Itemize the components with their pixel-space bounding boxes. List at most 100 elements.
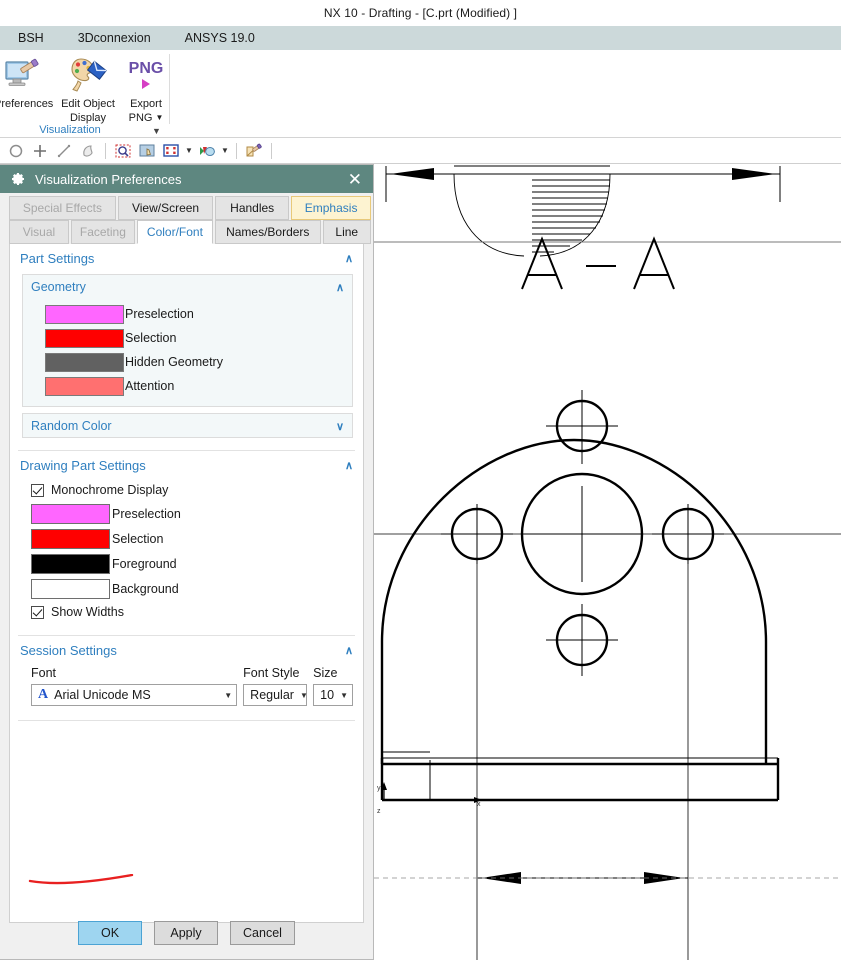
ribbon: Preferences <box>0 50 841 138</box>
line-tool-icon[interactable] <box>52 140 76 162</box>
tab-handles[interactable]: Handles <box>215 196 290 220</box>
cad-drawing: x z y <box>374 165 841 960</box>
subpanel-geometry-title: Geometry <box>31 280 86 294</box>
color-style-dropdown-caret-icon[interactable]: ▼ <box>219 146 231 155</box>
ribbon-label-edit-object-display-1: Edit Object <box>61 98 115 110</box>
subpanel-random-color-title: Random Color <box>31 419 112 433</box>
tab-row-2: Visual Faceting Color/Font Names/Borders… <box>0 220 373 244</box>
svg-text:y: y <box>377 785 381 792</box>
subpanel-random-color[interactable]: Random Color ∨ <box>22 413 353 438</box>
label-foreground: Foreground <box>112 556 177 571</box>
pan-icon[interactable] <box>135 140 159 162</box>
label-selection: Selection <box>125 331 177 345</box>
gear-icon <box>12 173 24 185</box>
window-title: NX 10 - Drafting - [C.prt (Modified) ] <box>323 6 518 20</box>
magenta-play-arrow-icon <box>142 78 150 89</box>
section-session-settings-title: Session Settings <box>20 643 117 658</box>
cancel-button[interactable]: Cancel <box>230 921 295 945</box>
chevron-up-icon[interactable]: ∧ <box>345 459 353 472</box>
visualization-preferences-dialog: Visualization Preferences ✕ Special Effe… <box>0 164 374 960</box>
tab-special-effects[interactable]: Special Effects <box>9 196 116 220</box>
menu-item-3dconnexion[interactable]: 3Dconnexion <box>78 31 151 45</box>
label-preselection: Preselection <box>125 307 194 321</box>
apply-button[interactable]: Apply <box>154 921 219 945</box>
color-swatch-preselection[interactable] <box>45 304 124 324</box>
chevron-down-icon[interactable]: ▼ <box>300 691 308 700</box>
menu-item-bsh[interactable]: BSH <box>18 31 44 45</box>
color-swatch-drawing-preselection[interactable] <box>31 503 110 524</box>
size-value: 10 <box>320 688 335 702</box>
section-part-settings[interactable]: Part Settings ∧ <box>10 244 363 272</box>
label-background: Background <box>112 581 179 596</box>
chevron-down-icon[interactable]: ▼ <box>155 112 163 124</box>
close-icon[interactable]: ✕ <box>345 171 365 188</box>
render-style-icon[interactable] <box>242 140 266 162</box>
tab-color-font[interactable]: Color/Font <box>136 220 213 244</box>
color-swatch-attention[interactable] <box>45 376 124 396</box>
subpanel-geometry-body: Preselection Selection Hidden Geometry A… <box>23 298 352 406</box>
font-settings-row: Font A Arial Unicode MS ▼ Font Style Reg… <box>10 664 363 706</box>
color-swatch-background[interactable] <box>31 578 110 599</box>
fit-view-dropdown-caret-icon[interactable]: ▼ <box>183 146 195 155</box>
fit-view-icon[interactable] <box>159 140 183 162</box>
tab-faceting[interactable]: Faceting <box>70 220 135 244</box>
color-style-icon[interactable] <box>195 140 219 162</box>
ribbon-group-visualization: Preferences <box>0 50 170 138</box>
section-drawing-part-settings[interactable]: Drawing Part Settings ∧ <box>10 451 363 479</box>
svg-text:x: x <box>477 801 481 808</box>
ribbon-button-preferences[interactable]: Preferences <box>0 54 53 110</box>
dialog-button-bar: OK Apply Cancel <box>0 921 373 945</box>
checkbox-row-show-widths: Show Widths <box>10 601 363 623</box>
png-icon: PNG <box>118 54 174 96</box>
subpanel-geometry-header[interactable]: Geometry ∧ <box>23 275 352 298</box>
drawing-canvas[interactable]: x z y <box>374 164 841 960</box>
tab-visual[interactable]: Visual <box>9 220 69 244</box>
ribbon-group-expander-icon[interactable]: ▼ <box>152 126 161 136</box>
icon-toolbar: ▼ ▼ <box>0 138 841 164</box>
font-style-value: Regular <box>250 688 294 702</box>
color-swatch-hidden-geometry[interactable] <box>45 352 124 372</box>
palette-icon <box>60 54 116 96</box>
font-style-dropdown[interactable]: Regular ▼ <box>243 684 308 706</box>
font-dropdown[interactable]: A Arial Unicode MS ▼ <box>31 684 238 706</box>
chevron-up-icon[interactable]: ∧ <box>345 252 353 265</box>
toolbar-divider-3 <box>271 142 272 159</box>
ribbon-button-export-png[interactable]: PNG Export PNG ▼ <box>118 54 174 125</box>
color-swatch-selection[interactable] <box>45 328 124 348</box>
checkbox-monochrome-display[interactable] <box>31 483 44 497</box>
dialog-title-bar: Visualization Preferences ✕ <box>0 165 373 193</box>
ribbon-button-edit-object-display[interactable]: Edit Object Display <box>60 54 116 124</box>
tab-emphasis[interactable]: Emphasis <box>291 196 372 220</box>
fill-tool-icon[interactable] <box>76 140 100 162</box>
chevron-up-icon[interactable]: ∧ <box>345 644 353 657</box>
chevron-down-icon[interactable]: ▼ <box>224 691 232 700</box>
toolbar-divider-2 <box>236 142 237 159</box>
section-session-settings[interactable]: Session Settings ∧ <box>10 636 363 664</box>
tab-names-borders[interactable]: Names/Borders <box>214 220 321 244</box>
field-font: Font A Arial Unicode MS ▼ <box>31 666 238 706</box>
zoom-region-icon[interactable] <box>111 140 135 162</box>
size-dropdown[interactable]: 10 ▼ <box>313 684 353 706</box>
label-show-widths: Show Widths <box>51 605 124 619</box>
geometry-row-preselection: Preselection <box>23 302 352 326</box>
label-drawing-selection: Selection <box>112 531 164 546</box>
dialog-tabs: Special Effects View/Screen Handles Emph… <box>0 193 373 244</box>
cross-tool-icon[interactable] <box>28 140 52 162</box>
tab-line[interactable]: Line <box>322 220 371 244</box>
section-part-settings-title: Part Settings <box>20 251 95 266</box>
field-font-style: Font Style Regular ▼ <box>243 666 308 706</box>
window-title-bar: NX 10 - Drafting - [C.prt (Modified) ] <box>0 0 841 26</box>
color-swatch-drawing-selection[interactable] <box>31 528 110 549</box>
chevron-up-icon[interactable]: ∧ <box>336 281 344 294</box>
menu-item-ansys[interactable]: ANSYS 19.0 <box>185 31 255 45</box>
chevron-down-icon[interactable]: ∨ <box>336 420 344 433</box>
circle-tool-icon[interactable] <box>4 140 28 162</box>
color-swatch-foreground[interactable] <box>31 553 110 574</box>
ok-button[interactable]: OK <box>78 921 143 945</box>
checkbox-show-widths[interactable] <box>31 605 44 619</box>
ribbon-group-label: Visualization <box>39 124 101 136</box>
label-monochrome-display: Monochrome Display <box>51 483 169 497</box>
geometry-row-hidden-geometry: Hidden Geometry <box>23 350 352 374</box>
chevron-down-icon[interactable]: ▼ <box>340 691 348 700</box>
tab-view-screen[interactable]: View/Screen <box>117 196 214 220</box>
